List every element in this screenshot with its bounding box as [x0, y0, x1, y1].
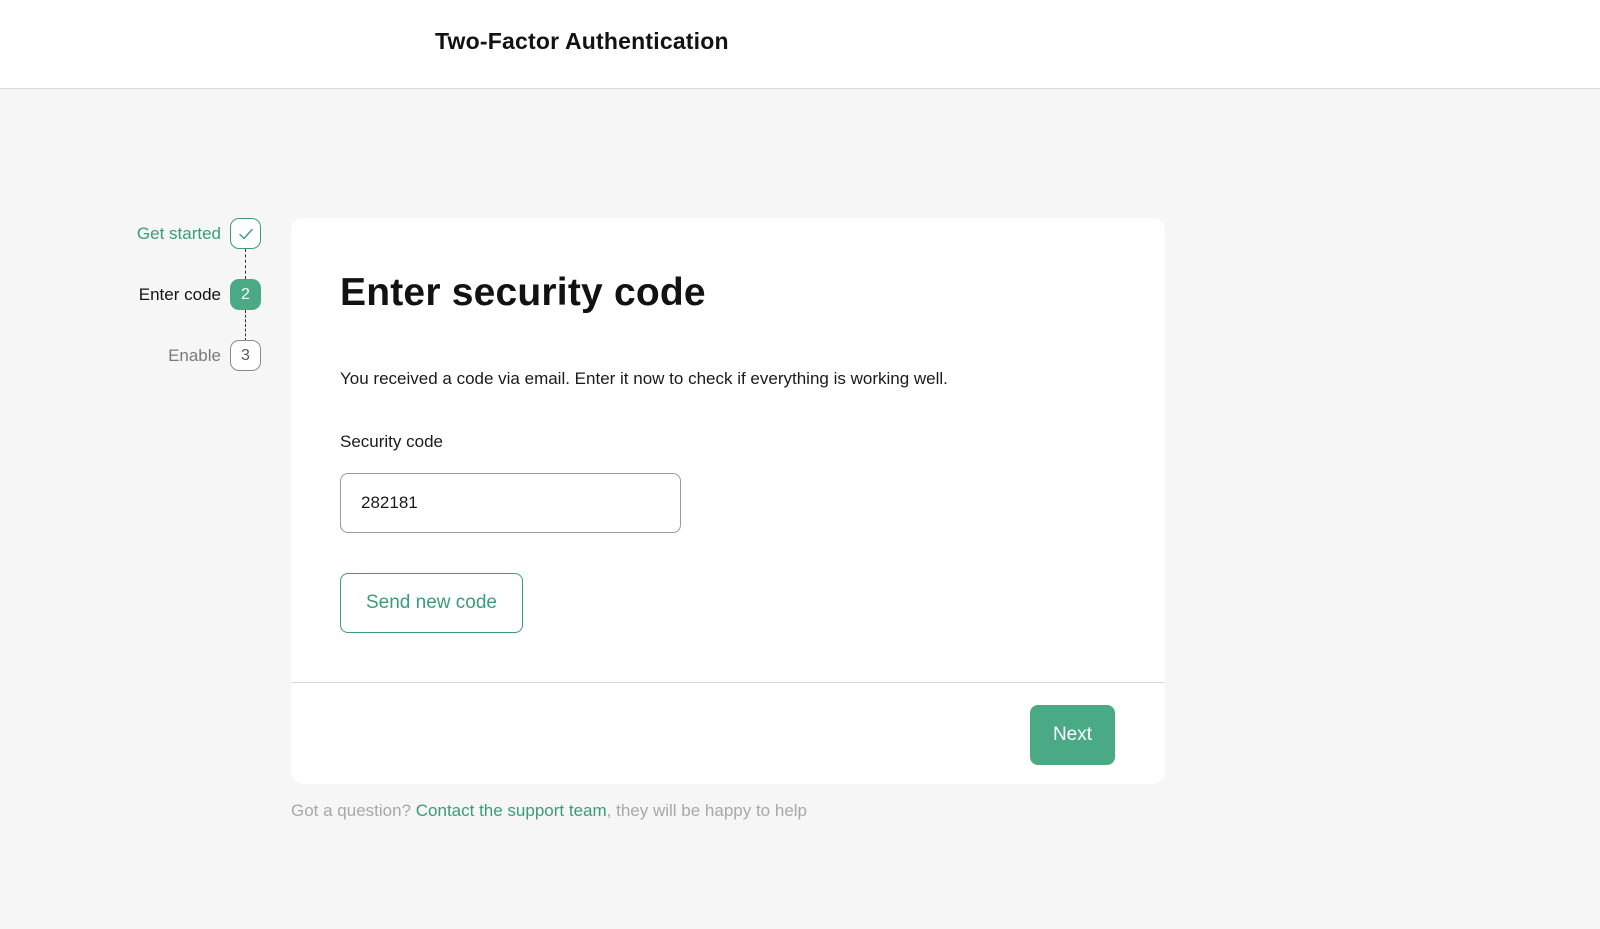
step-connector [245, 310, 246, 341]
checkmark-icon [238, 228, 253, 239]
step-label-enter-code: Enter code [138, 285, 221, 304]
send-new-code-button[interactable]: Send new code [340, 573, 523, 633]
top-bar: Two-Factor Authentication [0, 0, 1600, 89]
card-description: You received a code via email. Enter it … [340, 369, 948, 388]
card-divider [291, 682, 1165, 683]
help-text: Got a question? Contact the support team… [291, 801, 807, 821]
step-label-enable: Enable [168, 346, 221, 365]
next-button[interactable]: Next [1030, 705, 1115, 765]
step-connector [245, 249, 246, 279]
step-pending-badge: 3 [230, 340, 261, 371]
security-code-input[interactable] [340, 473, 681, 533]
page-title: Two-Factor Authentication [435, 28, 729, 54]
step-done-badge [230, 218, 261, 249]
contact-support-link[interactable]: Contact the support team [416, 801, 607, 820]
step-label-get-started[interactable]: Get started [21, 224, 221, 244]
help-suffix: , they will be happy to help [606, 801, 808, 820]
card-heading: Enter security code [340, 271, 706, 314]
help-prefix: Got a question? [291, 801, 416, 820]
step-active-badge: 2 [230, 279, 261, 310]
security-code-card: Enter security code You received a code … [291, 218, 1165, 784]
security-code-label: Security code [340, 432, 443, 451]
